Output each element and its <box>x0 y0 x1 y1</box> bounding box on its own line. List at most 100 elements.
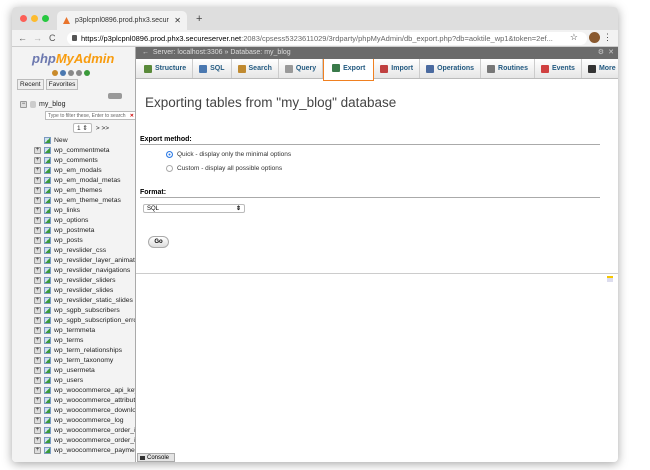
table-item[interactable]: +wp_revslider_layer_animation <box>34 255 136 265</box>
table-item[interactable]: +wp_links <box>34 205 136 215</box>
table-item[interactable]: +wp_woocommerce_api_keys <box>34 385 136 395</box>
forward-icon[interactable]: → <box>33 33 42 43</box>
tab-routines[interactable]: Routines <box>481 59 535 78</box>
expand-icon[interactable]: + <box>34 307 41 314</box>
expand-icon[interactable]: + <box>34 447 41 454</box>
table-item[interactable]: +wp_termmeta <box>34 325 136 335</box>
expand-icon[interactable]: + <box>34 327 41 334</box>
expand-icon[interactable]: + <box>34 177 41 184</box>
go-button[interactable]: Go <box>148 236 169 248</box>
table-item[interactable]: +wp_woocommerce_attribute_ <box>34 395 136 405</box>
phpmyadmin-logo[interactable]: phpMyAdmin <box>32 51 114 66</box>
tab-events[interactable]: Events <box>535 59 582 78</box>
settings-icon[interactable] <box>76 70 82 76</box>
expand-icon[interactable]: + <box>34 407 41 414</box>
table-item[interactable]: +wp_woocommerce_log <box>34 415 136 425</box>
expand-icon[interactable]: + <box>34 427 41 434</box>
tab-more[interactable]: More <box>582 59 618 78</box>
expand-icon[interactable]: + <box>34 147 41 154</box>
expand-icon[interactable]: + <box>34 227 41 234</box>
table-item[interactable]: +wp_revslider_sliders <box>34 275 136 285</box>
recent-button[interactable]: Recent <box>17 79 44 90</box>
table-item[interactable]: +wp_comments <box>34 155 136 165</box>
browser-tab[interactable]: p3plcpnl0896.prod.phx3.secur✕ <box>57 11 187 30</box>
page-select[interactable]: 1 ⇕ <box>73 123 92 133</box>
expand-icon[interactable]: + <box>34 247 41 254</box>
expand-icon[interactable]: + <box>34 267 41 274</box>
custom-radio[interactable]: Custom - display all possible options <box>166 165 282 172</box>
close-window-icon[interactable] <box>20 15 27 22</box>
tab-sql[interactable]: SQL <box>193 59 231 78</box>
expand-icon[interactable]: + <box>34 157 41 164</box>
expand-icon[interactable]: + <box>34 277 41 284</box>
expand-icon[interactable]: + <box>34 187 41 194</box>
expand-icon[interactable]: + <box>34 167 41 174</box>
new-table-link[interactable]: New <box>34 135 136 145</box>
db-node[interactable]: −my_blog <box>20 99 136 109</box>
table-item[interactable]: +wp_options <box>34 215 136 225</box>
collapse-icon[interactable]: ✕ <box>608 48 614 56</box>
server-link[interactable]: Server: localhost:3306 <box>153 49 223 56</box>
table-item[interactable]: +wp_em_theme_metas <box>34 195 136 205</box>
gear-icon[interactable]: ⚙ <box>598 48 604 56</box>
expand-icon[interactable]: + <box>34 257 41 264</box>
table-item[interactable]: +wp_term_taxonomy <box>34 355 136 365</box>
clear-filter-icon[interactable]: ✕ <box>130 113 134 119</box>
page-settings-icon[interactable] <box>607 276 613 282</box>
table-item[interactable]: +wp_woocommerce_payment_ <box>34 445 136 455</box>
expand-icon[interactable]: + <box>34 287 41 294</box>
expand-icon[interactable]: + <box>34 237 41 244</box>
table-item[interactable]: +wp_term_relationships <box>34 345 136 355</box>
bookmark-star-icon[interactable]: ☆ <box>570 32 578 43</box>
table-item[interactable]: +wp_em_themes <box>34 185 136 195</box>
table-item[interactable]: +wp_posts <box>34 235 136 245</box>
expand-icon[interactable]: + <box>34 357 41 364</box>
radio-unchecked[interactable] <box>166 165 173 172</box>
reload-icon[interactable] <box>84 70 90 76</box>
database-link[interactable]: Database: my_blog <box>230 49 290 56</box>
tab-search[interactable]: Search <box>232 59 279 78</box>
docs-icon[interactable] <box>68 70 74 76</box>
expand-icon[interactable]: + <box>34 197 41 204</box>
table-item[interactable]: +wp_woocommerce_order_iter <box>34 435 136 445</box>
expand-icon[interactable]: + <box>34 347 41 354</box>
expand-icon[interactable]: + <box>34 387 41 394</box>
tab-import[interactable]: Import <box>374 59 420 78</box>
expand-icon[interactable]: + <box>34 417 41 424</box>
radio-checked[interactable] <box>166 151 173 158</box>
reload-icon[interactable]: C <box>49 33 56 43</box>
help-icon[interactable] <box>60 70 66 76</box>
table-item[interactable]: +wp_em_modals <box>34 165 136 175</box>
format-select[interactable]: SQL⇕ <box>143 204 245 213</box>
table-item[interactable]: +wp_usermeta <box>34 365 136 375</box>
quick-radio[interactable]: Quick - display only the minimal options <box>166 151 291 158</box>
favorites-button[interactable]: Favorites <box>46 79 79 90</box>
maximize-window-icon[interactable] <box>42 15 49 22</box>
url-input[interactable]: https://p3plcpnl0896.prod.phx3.secureser… <box>67 32 587 45</box>
table-item[interactable]: +wp_revslider_navigations <box>34 265 136 275</box>
tab-query[interactable]: Query <box>279 59 323 78</box>
table-item[interactable]: +wp_revslider_css <box>34 245 136 255</box>
table-item[interactable]: +wp_em_modal_metas <box>34 175 136 185</box>
table-item[interactable]: +wp_revslider_static_slides <box>34 295 136 305</box>
console-button[interactable]: Console <box>137 453 175 462</box>
expand-icon[interactable]: + <box>34 397 41 404</box>
table-item[interactable]: +wp_sgpb_subscription_error_ <box>34 315 136 325</box>
tab-operations[interactable]: Operations <box>420 59 481 78</box>
table-filter-input[interactable]: Type to filter these, Enter to search✕ <box>45 111 136 120</box>
expand-icon[interactable]: + <box>34 297 41 304</box>
expand-icon[interactable]: + <box>34 317 41 324</box>
avatar[interactable] <box>589 32 600 43</box>
collapse-icon[interactable]: − <box>20 101 27 108</box>
expand-icon[interactable]: + <box>34 217 41 224</box>
home-icon[interactable] <box>52 70 58 76</box>
table-item[interactable]: +wp_postmeta <box>34 225 136 235</box>
expand-icon[interactable]: + <box>34 207 41 214</box>
table-item[interactable]: +wp_revslider_slides <box>34 285 136 295</box>
expand-icon[interactable]: + <box>34 337 41 344</box>
minimize-window-icon[interactable] <box>31 15 38 22</box>
new-tab-icon[interactable]: + <box>196 13 202 25</box>
expand-icon[interactable]: + <box>34 377 41 384</box>
expand-icon[interactable]: + <box>34 367 41 374</box>
table-item[interactable]: +wp_sgpb_subscribers <box>34 305 136 315</box>
